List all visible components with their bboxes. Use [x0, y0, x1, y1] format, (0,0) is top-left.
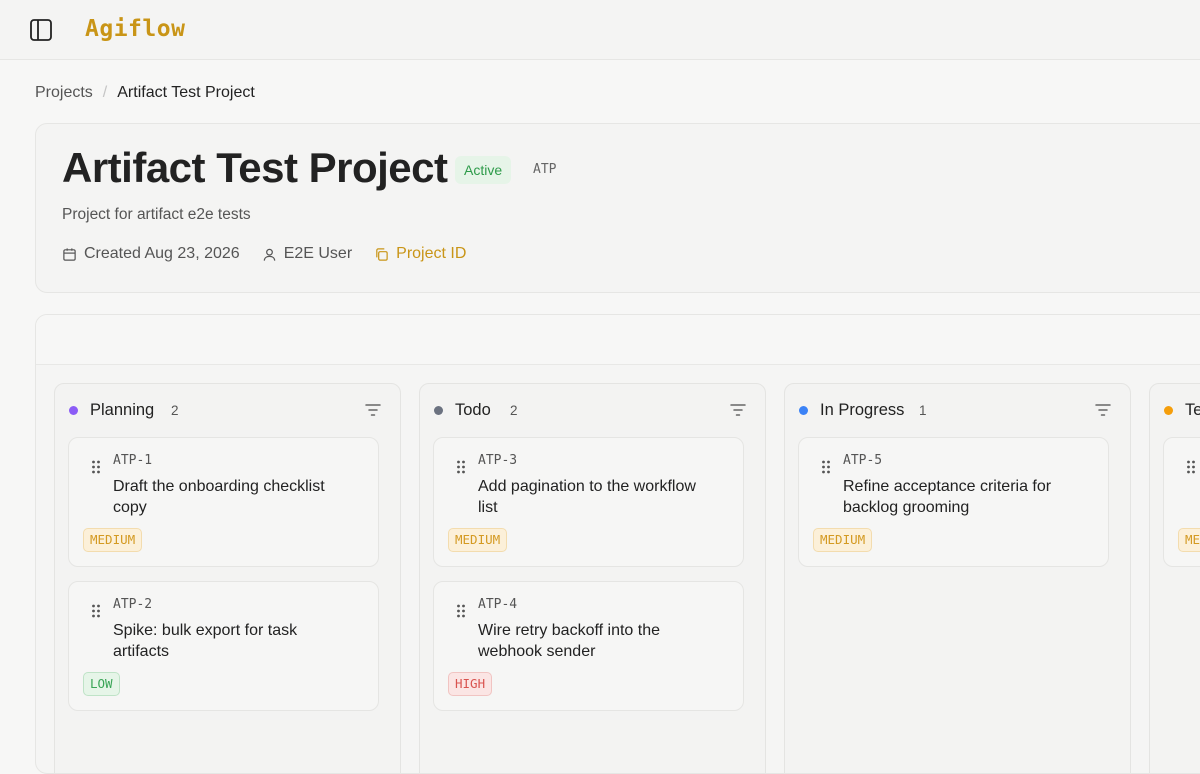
project-description: Project for artifact e2e tests: [62, 206, 251, 223]
copy-icon: [376, 247, 388, 261]
drag-handle-icon[interactable]: [91, 603, 101, 619]
drag-handle-icon[interactable]: [821, 459, 831, 475]
task-title: Add pagination to the workflow list: [478, 478, 696, 516]
column-title: Te: [1185, 401, 1200, 419]
column-testing: Te ME: [1149, 383, 1200, 773]
project-key: ATP: [533, 162, 557, 177]
status-dot: [69, 406, 78, 415]
status-dot: [799, 406, 808, 415]
project-header-card: Artifact Test Project Active ATP Project…: [35, 123, 1200, 293]
task-title: Spike: bulk export for task artifacts: [113, 622, 298, 660]
drag-handle-icon[interactable]: [456, 603, 466, 619]
column-title: Planning: [90, 401, 155, 419]
column-todo: Todo 2 ATP-3 Add pagination to the workf…: [419, 383, 766, 773]
app-logo[interactable]: Agiflow: [85, 16, 185, 42]
column-count: 2: [171, 403, 179, 418]
task-card[interactable]: ATP-5 Refine acceptance criteria for bac…: [798, 437, 1109, 567]
priority-badge: ME: [1178, 528, 1200, 552]
breadcrumb-projects-link[interactable]: Projects: [35, 84, 93, 102]
created-date: Created Aug 23, 2026: [62, 245, 240, 263]
created-date-text: Created Aug 23, 2026: [84, 245, 240, 262]
page-title: Artifact Test Project: [62, 144, 448, 191]
priority-badge: LOW: [83, 672, 120, 696]
breadcrumb: Projects / Artifact Test Project: [35, 84, 255, 102]
owner-text: E2E User: [283, 245, 353, 262]
drag-handle-icon[interactable]: [91, 459, 101, 475]
task-title: Wire retry backoff into the webhook send…: [478, 622, 660, 660]
priority-badge: MEDIUM: [813, 528, 873, 552]
task-key: ATP-2: [113, 597, 153, 612]
project-id-label: Project ID: [396, 245, 467, 262]
task-card[interactable]: ATP-4 Wire retry backoff into the webhoo…: [433, 581, 744, 711]
task-key: ATP-1: [113, 453, 153, 468]
board-toolbar: [36, 315, 1200, 365]
column-in-progress: In Progress 1 ATP-5 Refine acceptance cr…: [784, 383, 1131, 773]
column-count: 1: [919, 403, 927, 418]
copy-project-id-button[interactable]: Project ID: [374, 245, 466, 263]
column-count: 2: [510, 403, 518, 418]
task-key: ATP-4: [478, 597, 518, 612]
task-card[interactable]: ATP-1 Draft the onboarding checklist cop…: [68, 437, 379, 567]
column-header: Planning 2: [55, 384, 400, 434]
kanban-board: Planning 2 ATP-1 Draft the onboarding ch…: [35, 314, 1200, 774]
column-header: Todo 2: [420, 384, 765, 434]
column-header: Te: [1150, 384, 1200, 434]
breadcrumb-separator: /: [102, 84, 108, 101]
column-title: In Progress: [820, 401, 905, 419]
task-card[interactable]: ATP-2 Spike: bulk export for task artifa…: [68, 581, 379, 711]
filter-icon[interactable]: [1094, 402, 1112, 418]
priority-badge: MEDIUM: [448, 528, 508, 552]
priority-badge: HIGH: [448, 672, 493, 696]
status-badge: Active: [455, 156, 512, 184]
priority-badge: MEDIUM: [83, 528, 143, 552]
filter-icon[interactable]: [364, 402, 382, 418]
column-header: In Progress 1: [785, 384, 1130, 434]
task-key: ATP-5: [843, 453, 883, 468]
task-card[interactable]: ME: [1163, 437, 1200, 567]
task-key: ATP-3: [478, 453, 518, 468]
owner: E2E User: [262, 245, 352, 263]
status-dot: [1164, 406, 1173, 415]
breadcrumb-current: Artifact Test Project: [117, 84, 255, 101]
calendar-icon: [63, 247, 76, 261]
column-planning: Planning 2 ATP-1 Draft the onboarding ch…: [54, 383, 401, 773]
status-dot: [434, 406, 443, 415]
sidebar-toggle-icon[interactable]: [29, 18, 53, 42]
drag-handle-icon[interactable]: [1186, 459, 1196, 475]
column-title: Todo: [455, 401, 491, 419]
task-title: Draft the onboarding checklist copy: [113, 478, 325, 516]
project-meta: Created Aug 23, 2026 E2E User Project ID: [62, 245, 488, 263]
drag-handle-icon[interactable]: [456, 459, 466, 475]
filter-icon[interactable]: [729, 402, 747, 418]
task-title: Refine acceptance criteria for backlog g…: [843, 478, 1052, 516]
user-icon: [263, 248, 275, 261]
task-card[interactable]: ATP-3 Add pagination to the workflow lis…: [433, 437, 744, 567]
top-bar: Agiflow: [0, 0, 1200, 60]
